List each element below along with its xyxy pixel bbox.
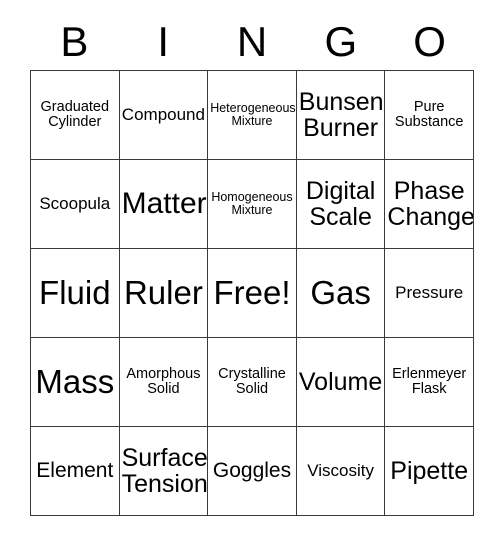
bingo-cell-label: Volume [298,367,383,396]
bingo-cell[interactable]: Gas [296,249,386,338]
bingo-header-letter-n: N [236,18,268,65]
bingo-cell[interactable]: Compound [119,71,209,160]
bingo-cell[interactable]: Viscosity [296,427,386,516]
bingo-free-space-cell[interactable]: Free! [208,249,297,338]
bingo-cell-label: Pressure [395,282,464,302]
bingo-cell-label: Scoopula [39,193,111,213]
bingo-cell-label: Matter [121,187,207,221]
bingo-cell-label: Surface Tension [121,443,208,498]
bingo-grid: Graduated Cylinder Compound Heterogeneous … [30,70,474,516]
bingo-cell[interactable]: Amorphous Solid [119,338,209,427]
bingo-cell[interactable]: Element [31,427,120,516]
bingo-cell-label: Crystalline Solid [218,365,286,397]
bingo-cell[interactable]: Goggles [208,427,297,516]
bingo-cell[interactable]: Fluid [31,249,120,338]
bingo-cell-label: Homogeneous Mixture [211,189,293,217]
bingo-cell[interactable]: Bunsen Burner [296,71,386,160]
bingo-cell-label: Amorphous Solid [126,365,201,397]
bingo-card: B I N G O Graduated Cylinder Compound Hete… [0,0,500,544]
bingo-cell[interactable]: Erlenmeyer Flask [385,338,474,427]
bingo-cell[interactable]: Pure Substance [385,71,474,160]
bingo-cell-label: Compound [121,104,205,124]
bingo-cell[interactable]: Surface Tension [119,427,209,516]
bingo-cell[interactable]: Heterogeneous Mixture [208,71,297,160]
bingo-cell[interactable]: Graduated Cylinder [31,71,120,160]
bingo-cell-label: Graduated Cylinder [40,98,110,130]
bingo-cell-label: Fluid [39,273,111,311]
bingo-header-letter-o: O [413,18,446,65]
bingo-cell-label: Free! [213,273,291,311]
bingo-cell[interactable]: Scoopula [31,160,120,249]
bingo-cell[interactable]: Homogeneous Mixture [208,160,297,249]
bingo-cell[interactable]: Volume [296,338,386,427]
bingo-cell-label: Heterogeneous Mixture [210,100,296,128]
bingo-cell[interactable]: Phase Change [385,160,474,249]
bingo-cell[interactable]: Crystalline Solid [208,338,297,427]
bingo-cell[interactable]: Digital Scale [296,160,386,249]
bingo-cell-label: Erlenmeyer Flask [392,365,467,397]
bingo-cell-label: Viscosity [307,460,374,480]
bingo-header-letter-g: G [324,18,358,65]
bingo-cell-label: Gas [310,273,371,311]
bingo-cell-label: Mass [35,362,115,400]
bingo-cell[interactable]: Ruler [119,249,209,338]
bingo-cell-label: Element [36,458,114,482]
bingo-cell-label: Phase Change [387,176,474,231]
bingo-cell[interactable]: Matter [119,160,209,249]
bingo-header-letter-i: I [157,18,170,65]
bingo-cell[interactable]: Pipette [385,427,474,516]
bingo-header-row: B I N G O [30,14,474,70]
bingo-header-letter-b: B [60,18,89,65]
bingo-cell-label: Ruler [123,273,203,311]
bingo-cell[interactable]: Pressure [385,249,474,338]
bingo-cell[interactable]: Mass [31,338,120,427]
bingo-cell-label: Digital Scale [305,176,376,231]
bingo-cell-label: Bunsen Burner [298,87,384,142]
bingo-cell-label: Goggles [212,458,292,482]
bingo-cell-label: Pipette [390,456,469,485]
bingo-cell-label: Pure Substance [394,98,464,130]
